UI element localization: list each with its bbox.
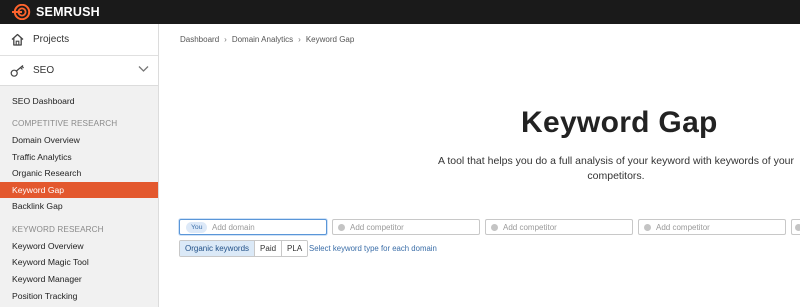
sidebar-item-seo-dashboard[interactable]: SEO Dashboard (0, 93, 158, 109)
sidebar-item-domain-overview[interactable]: Domain Overview (0, 132, 158, 148)
competitor-field-3 (638, 219, 786, 235)
competitor-field-2 (485, 219, 633, 235)
sidebar-projects-label: Projects (33, 34, 70, 45)
keyword-type-per-domain-link[interactable]: Select keyword type for each domain (309, 244, 437, 253)
competitor-input-1[interactable] (350, 221, 476, 234)
sidebar-item-position-tracking[interactable]: Position Tracking (0, 288, 158, 304)
sidebar-seo-label: SEO (33, 65, 55, 76)
keyword-type-organic[interactable]: Organic keywords (180, 241, 256, 256)
competitor-dot-icon (795, 224, 800, 231)
semrush-logo-icon (12, 4, 31, 20)
breadcrumb-domain-analytics[interactable]: Domain Analytics (232, 35, 293, 44)
competitor-dot-icon (644, 224, 651, 231)
sidebar: Projects SEO SEO Dashboard COMPETITIVE R… (0, 24, 159, 307)
sidebar-item-traffic-analytics[interactable]: Traffic Analytics (0, 149, 158, 165)
sidebar-item-backlink-gap[interactable]: Backlink Gap (0, 198, 158, 214)
page-title: Keyword Gap (521, 106, 718, 139)
chevron-down-icon[interactable] (138, 65, 149, 73)
sidebar-item-organic-research[interactable]: Organic Research (0, 165, 158, 181)
sidebar-item-keyword-magic-tool[interactable]: Keyword Magic Tool (0, 254, 158, 270)
page-description-line-2: competitors. (587, 170, 645, 182)
top-bar: SEMRUSH (0, 0, 800, 24)
sidebar-heading-competitive-research: COMPETITIVE RESEARCH (12, 119, 118, 128)
competitor-input-3[interactable] (656, 221, 782, 234)
breadcrumb-separator-icon: › (224, 35, 227, 44)
key-icon (10, 65, 25, 77)
sidebar-heading-keyword-research: KEYWORD RESEARCH (12, 225, 104, 234)
breadcrumb: Dashboard › Domain Analytics › Keyword Gap (180, 35, 354, 44)
competitor-field-4[interactable] (791, 219, 800, 235)
sidebar-item-keyword-gap[interactable]: Keyword Gap (0, 182, 158, 198)
your-domain-input[interactable] (212, 221, 322, 234)
sidebar-item-keyword-manager[interactable]: Keyword Manager (0, 271, 158, 287)
semrush-logo[interactable]: SEMRUSH (11, 3, 100, 21)
keyword-type-paid[interactable]: Paid (255, 241, 283, 256)
breadcrumb-dashboard[interactable]: Dashboard (180, 35, 219, 44)
you-badge: You (186, 222, 208, 233)
breadcrumb-separator-icon: › (298, 35, 301, 44)
home-icon (11, 33, 24, 46)
keyword-type-pla[interactable]: PLA (282, 241, 308, 256)
sidebar-projects[interactable]: Projects (0, 24, 158, 56)
brand-name: SEMRUSH (36, 5, 100, 19)
breadcrumb-keyword-gap: Keyword Gap (305, 35, 355, 44)
sidebar-item-keyword-overview[interactable]: Keyword Overview (0, 238, 158, 254)
sidebar-seo[interactable]: SEO (0, 56, 158, 86)
competitor-dot-icon (491, 224, 498, 231)
competitor-dot-icon (338, 224, 345, 231)
page-description-line-1: A tool that helps you do a full analysis… (437, 155, 794, 167)
keyword-type-selector: Organic keywords Paid PLA (179, 240, 309, 257)
your-domain-field: You (179, 219, 327, 235)
competitor-input-2[interactable] (503, 221, 629, 234)
competitor-field-1 (332, 219, 480, 235)
